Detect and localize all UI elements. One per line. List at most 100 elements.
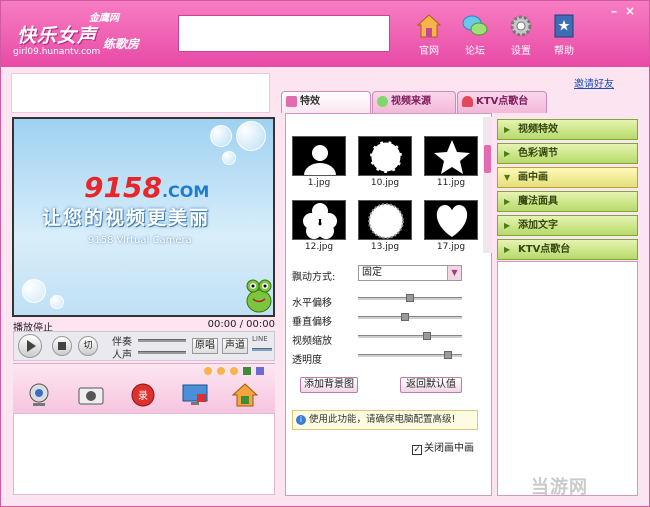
v-offset-label: 垂直偏移	[292, 317, 332, 328]
menu-video-effects[interactable]: ▶ 视频特效	[497, 119, 638, 140]
bulb-icon	[377, 96, 388, 107]
menu-add-text[interactable]: ▶ 添加文字	[497, 215, 638, 236]
menu-ktv[interactable]: ▶ KTV点歌台	[497, 239, 638, 260]
svg-text:录: 录	[138, 390, 148, 402]
bubble-decor	[50, 295, 64, 309]
bubble-decor	[22, 279, 46, 303]
v-offset-slider[interactable]	[358, 313, 462, 321]
nav-forum-button[interactable]: 论坛	[455, 13, 495, 61]
slider-knob[interactable]	[423, 332, 432, 340]
tab-ktv-label: KTV点歌台	[476, 96, 529, 107]
add-background-button[interactable]: 添加背景图	[300, 377, 358, 393]
thumbnail-caption: 17.jpg	[436, 242, 466, 252]
zoom-label: 视频缩放	[292, 336, 332, 347]
switch-button[interactable]: 切	[78, 336, 98, 356]
tab-video-source[interactable]: 视频来源	[372, 91, 456, 113]
help-book-icon	[554, 14, 574, 38]
menu-label: 画中画	[518, 172, 548, 183]
pip-effects-panel: 1.jpg 10.jpg 11.jpg 12.jpg 13.jpg 17.jpg…	[285, 113, 492, 496]
video-slogan: 让您的视频更美丽	[42, 207, 211, 229]
forum-icon	[462, 15, 488, 36]
chat-area[interactable]	[13, 413, 275, 495]
slider-knob[interactable]	[401, 313, 410, 321]
slider-knob[interactable]	[406, 294, 414, 302]
nav-help-button[interactable]: 帮助	[544, 13, 584, 61]
video-preview: 9158.COM 让您的视频更美丽 9158 Virtual Camera	[12, 117, 275, 317]
motion-select[interactable]: 固定 ▼	[358, 265, 462, 281]
headphones-icon	[462, 96, 473, 107]
tool-strip: 录	[13, 363, 275, 413]
thumbnail-10[interactable]	[358, 136, 412, 176]
thumbnail-1[interactable]	[292, 136, 346, 176]
record-icon[interactable]: 录	[129, 382, 157, 408]
nav-forum-label: 论坛	[465, 46, 485, 57]
play-button[interactable]	[18, 334, 42, 358]
opacity-slider[interactable]	[358, 351, 462, 359]
audio-track-button[interactable]: 声道	[222, 338, 248, 354]
playback-controls: 切 伴奏 人声 原唱 声道 LINE	[13, 331, 275, 361]
menu-content-area	[497, 261, 638, 496]
close-pip-label: 关闭画中画	[424, 443, 474, 454]
nav-home-label: 官网	[419, 46, 439, 57]
menu-magic-mask[interactable]: ▶ 魔法面具	[497, 191, 638, 212]
h-offset-slider[interactable]	[358, 294, 462, 302]
thumbnail-caption: 11.jpg	[436, 178, 466, 188]
close-button[interactable]: ×	[623, 4, 637, 18]
vocal-label: 人声	[112, 350, 132, 361]
tab-effects[interactable]: 特效	[281, 91, 371, 113]
tab-video-source-label: 视频来源	[391, 96, 431, 107]
tab-ktv[interactable]: KTV点歌台	[457, 91, 547, 113]
original-vocal-button[interactable]: 原唱	[192, 338, 218, 354]
frog-mascot-icon	[246, 279, 272, 313]
effects-tab-icon	[286, 96, 297, 107]
thumbnail-scrollbar[interactable]	[483, 117, 492, 253]
tab-effects-label: 特效	[300, 96, 320, 107]
nav-settings-label: 设置	[511, 46, 531, 57]
upload-home-icon[interactable]	[231, 382, 259, 408]
webcam-icon[interactable]	[25, 382, 53, 408]
video-brand: 9158.COM	[84, 171, 209, 204]
video-subtitle: 9158 Virtual Camera	[88, 235, 192, 246]
thumbnail-13[interactable]	[358, 200, 412, 240]
heart-mask-icon	[436, 205, 468, 237]
accompany-volume-slider[interactable]	[138, 339, 186, 342]
playback-status-row: 播放停止 00:00 / 00:00	[13, 319, 275, 334]
nav-home-button[interactable]: 官网	[409, 13, 449, 61]
bubble-decor	[236, 121, 266, 151]
thumbnail-12[interactable]	[292, 200, 346, 240]
screen-share-icon[interactable]	[181, 382, 209, 408]
mini-toolbar	[203, 366, 273, 376]
chevron-right-icon: ▶	[504, 149, 511, 158]
nav-help-label: 帮助	[554, 46, 574, 57]
motion-value: 固定	[362, 267, 382, 278]
gear-icon	[510, 15, 532, 37]
nav-settings-button[interactable]: 设置	[501, 13, 541, 61]
thumbnail-caption: 10.jpg	[370, 178, 400, 188]
chevron-right-icon: ▶	[504, 245, 511, 254]
star-mask-icon	[434, 140, 470, 174]
scallop-mask-icon	[368, 203, 404, 239]
slider-knob[interactable]	[444, 351, 453, 359]
reset-default-button[interactable]: 返回默认值	[400, 377, 462, 393]
invite-friends-link[interactable]: 邀请好友	[574, 75, 614, 90]
scrollbar-thumb[interactable]	[484, 145, 491, 173]
camera-icon[interactable]	[77, 382, 105, 408]
zoom-slider[interactable]	[358, 332, 462, 340]
minimize-button[interactable]: –	[607, 4, 621, 18]
close-pip-checkbox[interactable]: ✓ 关闭画中画	[412, 439, 474, 455]
menu-pip[interactable]: ▼ 画中画	[497, 167, 638, 188]
checkbox-box[interactable]: ✓	[412, 445, 422, 455]
menu-label: 魔法面具	[518, 196, 558, 207]
stop-button[interactable]	[52, 336, 72, 356]
silhouette-mask-icon	[304, 145, 336, 175]
vocal-volume-slider[interactable]	[138, 351, 186, 354]
header-banner-box[interactable]	[178, 15, 390, 52]
menu-color-adjust[interactable]: ▶ 色彩调节	[497, 143, 638, 164]
site-url: girl09.hunantv.com	[13, 47, 101, 57]
menu-label: 视频特效	[518, 124, 558, 135]
thumbnail-17[interactable]	[424, 200, 478, 240]
thumbnail-11[interactable]	[424, 136, 478, 176]
menu-label: KTV点歌台	[518, 244, 571, 255]
bubble-decor	[222, 151, 236, 165]
chevron-right-icon: ▶	[504, 125, 511, 134]
